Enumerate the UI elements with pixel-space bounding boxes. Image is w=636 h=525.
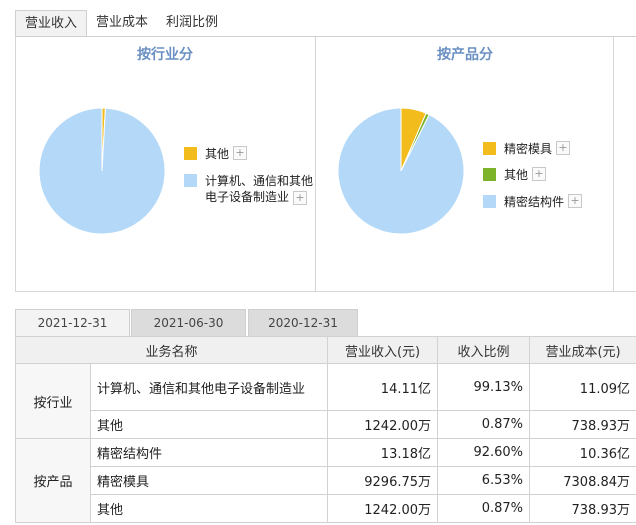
chart-divider <box>315 37 316 292</box>
cell-ratio: 6.53% <box>437 466 531 495</box>
pie-slice-1 <box>38 107 166 235</box>
group-label-product: 按产品 <box>15 438 91 523</box>
group-label-industry: 按行业 <box>15 363 91 439</box>
cell-cost: 10.36亿 <box>529 438 636 467</box>
expand-plus-icon[interactable]: + <box>233 146 248 160</box>
cell-ratio: 0.87% <box>437 410 531 439</box>
legend-swatch-blue <box>483 195 496 208</box>
cell-cost: 11.09亿 <box>529 363 636 411</box>
chart-title-industry: 按行业分 <box>137 47 193 63</box>
chart-title-product: 按产品分 <box>437 47 493 63</box>
pie-chart-industry <box>38 107 166 235</box>
expand-plus-icon[interactable]: + <box>532 167 547 181</box>
legend-item-mold: 精密模具 + <box>483 141 571 157</box>
legend-item-structural: 精密结构件 + <box>483 194 583 210</box>
top-tab-bar: 营业收入 营业成本 利润比例 <box>15 10 227 36</box>
cell-revenue: 9296.75万 <box>327 466 439 495</box>
column-header-revenue: 营业收入(元) <box>327 336 439 364</box>
legend-item-other: 其他 + <box>483 167 547 183</box>
cell-cost: 7308.84万 <box>529 466 636 495</box>
expand-plus-icon[interactable]: + <box>556 141 571 155</box>
cell-ratio: 0.87% <box>437 494 531 523</box>
legend-item-computer: 计算机、通信和其他电子设备制造业 + <box>184 173 317 205</box>
legend-label: 精密结构件 <box>504 195 565 209</box>
chart-right-edge <box>613 37 614 292</box>
legend-label: 计算机、通信和其他电子设备制造业 + <box>205 173 317 205</box>
cell-name: 其他 <box>89 494 329 523</box>
pie-slice-2 <box>337 107 465 235</box>
cell-cost: 738.93万 <box>529 494 636 523</box>
cell-name: 计算机、通信和其他电子设备制造业 <box>89 363 329 411</box>
legend-item-other: 其他 + <box>184 146 248 162</box>
tab-date-2021-12-31[interactable]: 2021-12-31 <box>15 309 130 337</box>
legend-swatch-yellow <box>483 142 496 155</box>
tab-profit-ratio[interactable]: 利润比例 <box>157 10 227 36</box>
tab-cost[interactable]: 营业成本 <box>87 10 157 36</box>
legend-swatch-blue <box>184 174 197 187</box>
expand-plus-icon[interactable]: + <box>568 194 583 208</box>
cell-revenue: 1242.00万 <box>327 494 439 523</box>
tab-revenue[interactable]: 营业收入 <box>15 10 88 36</box>
legend-label: 精密模具 <box>504 142 553 156</box>
table-row: 精密模具 9296.75万 6.53% 7308.84万 <box>16 466 636 495</box>
cell-revenue: 1242.00万 <box>327 410 439 439</box>
cell-name: 精密模具 <box>89 466 329 495</box>
table-row: 其他 1242.00万 0.87% 738.93万 <box>16 410 636 439</box>
cell-revenue: 13.18亿 <box>327 438 439 467</box>
table-row: 按行业 计算机、通信和其他电子设备制造业 14.11亿 99.13% 11.09… <box>15 363 636 439</box>
cell-cost: 738.93万 <box>529 410 636 439</box>
column-header-cost: 营业成本(元) <box>529 336 636 364</box>
column-header-business-name: 业务名称 <box>14 336 329 364</box>
cell-ratio: 99.13% <box>437 363 531 411</box>
tab-date-2020-12-31[interactable]: 2020-12-31 <box>248 309 358 336</box>
cell-name: 其他 <box>89 410 329 439</box>
legend-label: 其他 <box>504 168 529 182</box>
table-row: 其他 1242.00万 0.87% 738.93万 <box>16 494 636 523</box>
table-header-row: 业务名称 营业收入(元) 收入比例 营业成本(元) <box>14 336 636 364</box>
business-table: 业务名称 营业收入(元) 收入比例 营业成本(元) 按行业 计算机、通信和其他电… <box>14 336 636 523</box>
legend-swatch-green <box>483 168 496 181</box>
expand-plus-icon[interactable]: + <box>293 190 308 205</box>
cell-revenue: 14.11亿 <box>327 363 439 411</box>
cell-name: 精密结构件 <box>89 438 329 467</box>
legend-label: 其他 <box>205 147 230 161</box>
cell-ratio: 92.60% <box>437 438 531 467</box>
column-header-ratio: 收入比例 <box>437 336 531 364</box>
pie-chart-product <box>337 107 465 235</box>
table-row: 按产品 精密结构件 13.18亿 92.60% 10.36亿 <box>15 438 636 523</box>
legend-swatch-yellow <box>184 147 197 160</box>
tab-date-2021-06-30[interactable]: 2021-06-30 <box>131 309 246 336</box>
